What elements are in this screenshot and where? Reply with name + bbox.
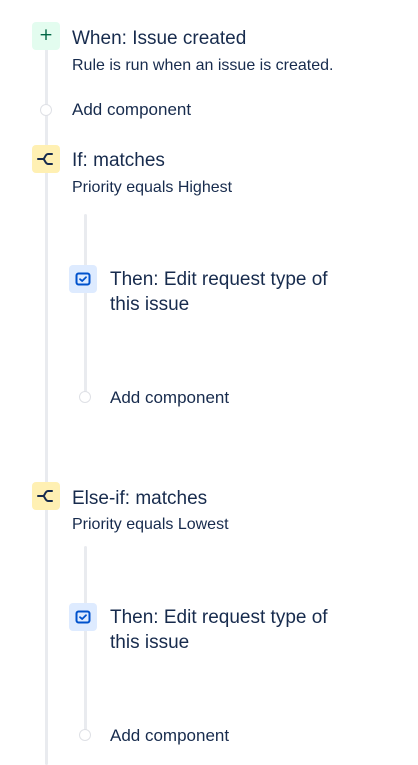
action-icon-container <box>69 603 97 631</box>
request-type-icon <box>75 610 91 624</box>
action-icon-container <box>69 265 97 293</box>
add-component-dot-icon <box>79 729 91 741</box>
condition-icon-container <box>32 145 60 173</box>
else-if-then-action-title: Then: Edit request type of this issue <box>110 607 328 653</box>
trigger-title: When: Issue created <box>72 28 247 49</box>
add-component-label: Add component <box>72 100 192 119</box>
else-if-condition-title: Else-if: matches <box>72 488 208 509</box>
branch-icon <box>37 153 53 165</box>
else-if-branch-line <box>84 546 87 741</box>
else-if-condition-description: Priority equals Lowest <box>72 516 229 533</box>
add-component-label: Add component <box>110 726 230 745</box>
request-type-icon <box>75 272 91 286</box>
add-component-label: Add component <box>110 388 230 407</box>
trigger-description: Rule is run when an issue is created. <box>72 57 334 74</box>
add-component-dot-icon <box>79 391 91 403</box>
branch-icon <box>37 490 53 502</box>
add-component-dot-icon <box>40 104 52 116</box>
condition-icon-container <box>32 482 60 510</box>
if-condition-description: Priority equals Highest <box>72 179 233 196</box>
plus-icon: + <box>38 25 54 45</box>
if-branch-line <box>84 214 87 400</box>
trigger-icon-container: + <box>32 22 60 50</box>
if-condition-title: If: matches <box>72 150 165 171</box>
if-then-action-title: Then: Edit request type of this issue <box>110 269 328 315</box>
